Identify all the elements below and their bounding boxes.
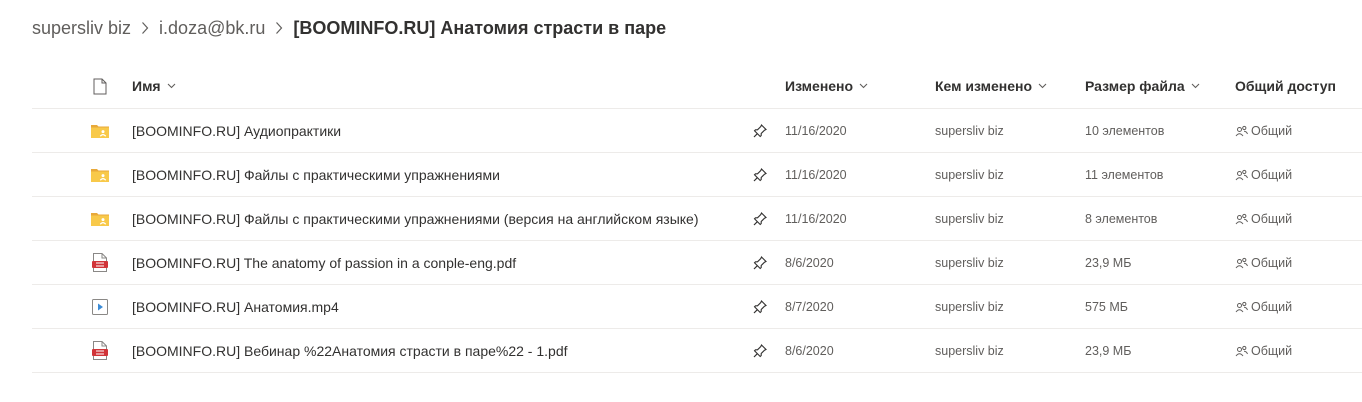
breadcrumb: supersliv biz i.doza@bk.ru [BOOMINFO.RU]… [32, 14, 666, 42]
video-file-icon [92, 298, 108, 315]
modified-by[interactable]: supersliv biz [935, 285, 1004, 328]
table-row[interactable]: [BOOMINFO.RU] Файлы с практическими упра… [32, 153, 1362, 197]
breadcrumb-user[interactable]: i.doza@bk.ru [159, 18, 265, 39]
column-header-name[interactable]: Имя [132, 64, 176, 108]
column-header-modified-label: Изменено [785, 78, 854, 94]
modified-by[interactable]: supersliv biz [935, 241, 1004, 284]
file-type-column-header[interactable] [88, 64, 112, 108]
file-size: 23,9 МБ [1085, 255, 1132, 270]
modified-by[interactable]: supersliv biz [935, 197, 1004, 240]
sharing-label: Общий [1251, 343, 1293, 358]
people-icon [1235, 257, 1248, 269]
sharing-label: Общий [1251, 255, 1293, 270]
breadcrumb-current-folder: [BOOMINFO.RU] Анатомия страсти в паре [293, 17, 667, 38]
column-header-name-label: Имя [132, 78, 161, 94]
table-row[interactable]: [BOOMINFO.RU] Файлы с практическими упра… [32, 197, 1362, 241]
chevron-down-icon [1191, 83, 1200, 89]
modified-date: 11/16/2020 [785, 167, 847, 182]
file-name-link[interactable]: [BOOMINFO.RU] The anatomy of passion in … [132, 241, 516, 284]
pin-icon[interactable] [750, 329, 770, 372]
modified-date: 11/16/2020 [785, 211, 847, 226]
column-header-sharing[interactable]: Общий доступ [1235, 64, 1336, 108]
sharing-label: Общий [1251, 123, 1293, 138]
file-name-link[interactable]: [BOOMINFO.RU] Файлы с практическими упра… [132, 153, 500, 196]
shared-folder-icon [91, 124, 109, 138]
table-row[interactable]: [BOOMINFO.RU] Анатомия.mp4 8/7/2020 supe… [32, 285, 1362, 329]
sharing-status[interactable]: Общий [1235, 329, 1292, 372]
file-name-link[interactable]: [BOOMINFO.RU] Анатомия.mp4 [132, 285, 339, 328]
pin-icon[interactable] [750, 285, 770, 328]
modified-by[interactable]: supersliv biz [935, 109, 1004, 152]
people-icon [1235, 169, 1248, 181]
chevron-down-icon [167, 83, 176, 89]
sharing-label: Общий [1251, 299, 1293, 314]
file-size: 11 элементов [1085, 167, 1164, 182]
column-header-file-size-label: Размер файла [1085, 78, 1185, 94]
table-row[interactable]: [BOOMINFO.RU] The anatomy of passion in … [32, 241, 1362, 285]
file-size: 8 элементов [1085, 211, 1158, 226]
modified-date: 8/7/2020 [785, 299, 834, 314]
people-icon [1235, 213, 1248, 225]
file-list: Имя Изменено Кем изменено Размер файла О… [32, 64, 1362, 373]
sharing-status[interactable]: Общий [1235, 197, 1292, 240]
column-header-modified-by-label: Кем изменено [935, 78, 1033, 94]
people-icon [1235, 301, 1248, 313]
file-name-link[interactable]: [BOOMINFO.RU] Аудиопрактики [132, 109, 341, 152]
modified-date: 8/6/2020 [785, 343, 834, 358]
pin-icon[interactable] [750, 109, 770, 152]
pdf-file-icon [92, 253, 108, 272]
pin-icon[interactable] [750, 153, 770, 196]
sharing-status[interactable]: Общий [1235, 241, 1292, 284]
file-size: 575 МБ [1085, 299, 1128, 314]
sharing-status[interactable]: Общий [1235, 153, 1292, 196]
column-header-sharing-label: Общий доступ [1235, 78, 1336, 94]
pdf-file-icon [92, 341, 108, 360]
shared-folder-icon [91, 212, 109, 226]
modified-by[interactable]: supersliv biz [935, 153, 1004, 196]
file-name-link[interactable]: [BOOMINFO.RU] Вебинар %22Анатомия страст… [132, 329, 568, 372]
chevron-right-icon [265, 21, 293, 35]
file-size: 23,9 МБ [1085, 343, 1132, 358]
pin-icon[interactable] [750, 197, 770, 240]
sharing-label: Общий [1251, 211, 1293, 226]
file-name-link[interactable]: [BOOMINFO.RU] Файлы с практическими упра… [132, 197, 699, 240]
modified-date: 11/16/2020 [785, 123, 847, 138]
chevron-down-icon [1038, 83, 1047, 89]
sharing-label: Общий [1251, 167, 1293, 182]
shared-folder-icon [91, 168, 109, 182]
sharing-status[interactable]: Общий [1235, 109, 1292, 152]
people-icon [1235, 345, 1248, 357]
chevron-right-icon [131, 21, 159, 35]
table-row[interactable]: [BOOMINFO.RU] Аудиопрактики 11/16/2020 s… [32, 109, 1362, 153]
column-header-modified-by[interactable]: Кем изменено [935, 64, 1047, 108]
table-row[interactable]: [BOOMINFO.RU] Вебинар %22Анатомия страст… [32, 329, 1362, 373]
column-header-modified[interactable]: Изменено [785, 64, 868, 108]
chevron-down-icon [859, 83, 868, 89]
modified-date: 8/6/2020 [785, 255, 834, 270]
file-icon [93, 78, 107, 95]
modified-by[interactable]: supersliv biz [935, 329, 1004, 372]
sharing-status[interactable]: Общий [1235, 285, 1292, 328]
people-icon [1235, 125, 1248, 137]
column-header-row: Имя Изменено Кем изменено Размер файла О… [32, 64, 1362, 109]
breadcrumb-root[interactable]: supersliv biz [32, 18, 131, 39]
column-header-file-size[interactable]: Размер файла [1085, 64, 1200, 108]
pin-icon[interactable] [750, 241, 770, 284]
file-size: 10 элементов [1085, 123, 1165, 138]
